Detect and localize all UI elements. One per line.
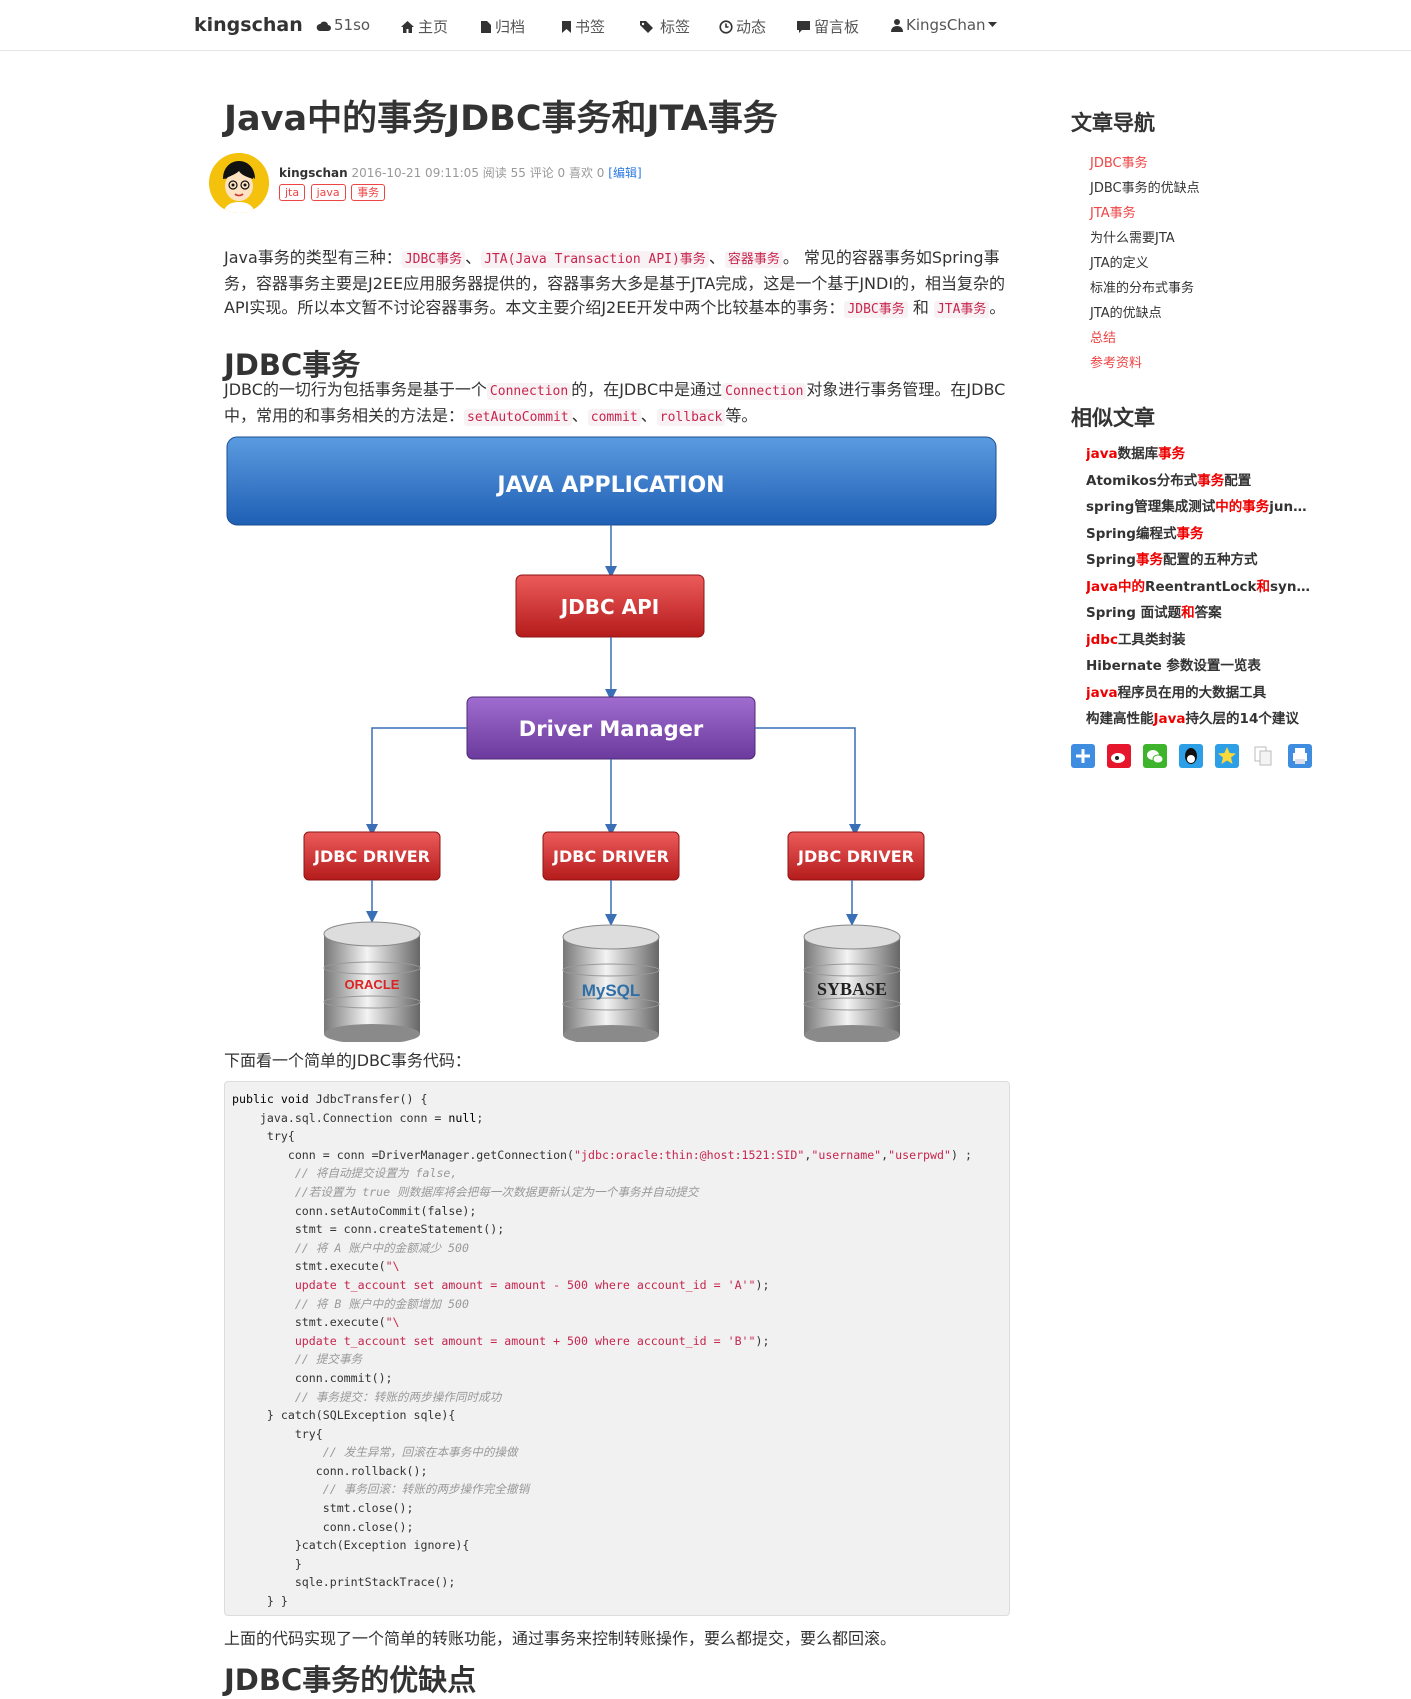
share-toolbar: [1071, 744, 1319, 768]
wechat-icon[interactable]: [1143, 744, 1168, 768]
tag-transaction[interactable]: 事务: [351, 184, 386, 201]
sybase-database-icon: SYBASE: [803, 924, 901, 1042]
jdbc-driver-label-2: JDBC DRIVER: [552, 847, 669, 866]
read-count: 阅读 55: [482, 166, 526, 180]
like-count: 喜欢 0: [568, 166, 605, 180]
copy-icon[interactable]: [1251, 744, 1276, 768]
heading-jdbc-pros-cons: JDBC事务的优缺点: [224, 1663, 477, 1697]
related-article-link[interactable]: 构建高性能Java持久层的14个建议: [1086, 706, 1311, 733]
comment-count: 评论 0: [529, 166, 566, 180]
jdbc-architecture-diagram: JAVA APPLICATION JDBC API Driver Manager…: [226, 436, 997, 1042]
toc-item[interactable]: 参考资料: [1090, 351, 1200, 376]
file-icon: [481, 21, 491, 33]
nav-item-home[interactable]: 主页: [400, 16, 448, 37]
qzone-icon[interactable]: [1215, 744, 1240, 768]
toc-item[interactable]: 为什么需要JTA: [1090, 226, 1200, 251]
tag-jta[interactable]: jta: [279, 184, 306, 201]
related-article-link[interactable]: java数据库事务: [1086, 441, 1311, 468]
jdbc-driver-label-1: JDBC DRIVER: [313, 847, 430, 866]
related-article-link[interactable]: spring管理集成测试中的事务junit...: [1086, 494, 1311, 521]
plus-share-icon[interactable]: [1071, 744, 1095, 768]
code-after-text: 上面的代码实现了一个简单的转账功能，通过事务来控制转账操作，要么都提交，要么都回…: [224, 1629, 897, 1648]
jdbc-paragraph: JDBC的一切行为包括事务是基于一个 Connection 的，在JDBC中是通过 C…: [224, 380, 1006, 426]
related-article-link[interactable]: java程序员在用的大数据工具: [1086, 680, 1311, 707]
article-title: Java中的事务JDBC事务和JTA事务: [224, 99, 778, 139]
qq-icon[interactable]: [1179, 744, 1204, 768]
tag-list: jta java 事务: [279, 184, 387, 201]
comment-icon: [797, 21, 810, 33]
nav-item-user-menu[interactable]: KingsChan: [891, 16, 1000, 34]
home-icon: [401, 21, 414, 33]
author-name[interactable]: kingschan: [279, 166, 348, 180]
nav-item-bookmarks[interactable]: 书签: [561, 16, 605, 37]
oracle-database-icon: ORACLE: [323, 921, 421, 1042]
related-article-link[interactable]: Java中的ReentrantLock和synch...: [1086, 574, 1311, 601]
code-block[interactable]: public void JdbcTransfer() { java.sql.Co…: [224, 1081, 1010, 1616]
related-article-link[interactable]: jdbc工具类封装: [1086, 627, 1311, 654]
svg-text:MySQL: MySQL: [582, 981, 641, 1000]
svg-text:SYBASE: SYBASE: [817, 979, 887, 999]
cloud-icon: [316, 21, 331, 31]
intro-paragraph: Java事务的类型有三种： JDBC事务、 JTA(Java Transaction…: [224, 248, 1006, 318]
article-meta: kingschan 2016-10-21 09:11:05 阅读 55 评论 0…: [279, 164, 642, 181]
toc-list: JDBC事务 JDBC事务的优缺点 JTA事务 为什么需要JTA JTA的定义 …: [1090, 151, 1200, 376]
tags-icon: [640, 21, 653, 33]
svg-text:ORACLE: ORACLE: [345, 977, 400, 992]
related-article-link[interactable]: Spring事务配置的五种方式: [1086, 547, 1311, 574]
brand-logo[interactable]: kingschan: [194, 14, 303, 36]
java-application-label: JAVA APPLICATION: [495, 473, 724, 498]
related-title: 相似文章: [1071, 406, 1155, 430]
toc-item[interactable]: JTA的定义: [1090, 251, 1200, 276]
toc-item[interactable]: JTA的优缺点: [1090, 301, 1200, 326]
related-article-link[interactable]: Spring编程式事务: [1086, 521, 1311, 548]
edit-link[interactable]: [编辑]: [608, 166, 641, 180]
toc-title: 文章导航: [1071, 111, 1155, 135]
toc-item[interactable]: JDBC事务的优缺点: [1090, 176, 1200, 201]
nav-item-archive[interactable]: 归档: [480, 16, 525, 37]
driver-manager-label: Driver Manager: [519, 717, 704, 741]
user-icon: [891, 19, 903, 32]
nav-item-51so[interactable]: 51so: [316, 16, 370, 34]
nav-item-activity[interactable]: 动态: [719, 16, 766, 37]
jdbc-driver-label-3: JDBC DRIVER: [797, 847, 914, 866]
bookmark-icon: [562, 21, 571, 33]
clock-icon: [719, 20, 733, 34]
jdbc-api-label: JDBC API: [559, 595, 660, 619]
code-intro-text: 下面看一个简单的JDBC事务代码：: [224, 1051, 471, 1070]
related-article-link[interactable]: Hibernate 参数设置一览表: [1086, 653, 1311, 680]
related-article-link[interactable]: Spring 面试题和答案: [1086, 600, 1311, 627]
toc-item[interactable]: 总结: [1090, 326, 1200, 351]
nav-item-tags[interactable]: 标签: [639, 16, 690, 37]
avatar[interactable]: [209, 153, 269, 213]
toc-item[interactable]: 标准的分布式事务: [1090, 276, 1200, 301]
related-article-link[interactable]: Atomikos分布式事务配置: [1086, 468, 1311, 495]
mysql-database-icon: MySQL: [562, 924, 660, 1042]
avatar-cartoon-icon: [209, 153, 269, 213]
toc-item[interactable]: JTA事务: [1090, 201, 1200, 226]
top-navbar: kingschan 51so 主页 归档 书签 标签 动态 留言板 KingsC…: [0, 0, 1411, 51]
print-icon[interactable]: [1287, 744, 1312, 768]
nav-item-guestbook[interactable]: 留言板: [796, 16, 859, 37]
toc-item[interactable]: JDBC事务: [1090, 151, 1200, 176]
post-date: 2016-10-21 09:11:05: [351, 166, 479, 180]
related-articles-list: java数据库事务 Atomikos分布式事务配置 spring管理集成测试中的…: [1086, 441, 1311, 733]
tag-java[interactable]: java: [310, 184, 346, 201]
caret-down-icon: [987, 22, 997, 27]
weibo-icon[interactable]: [1107, 744, 1132, 768]
